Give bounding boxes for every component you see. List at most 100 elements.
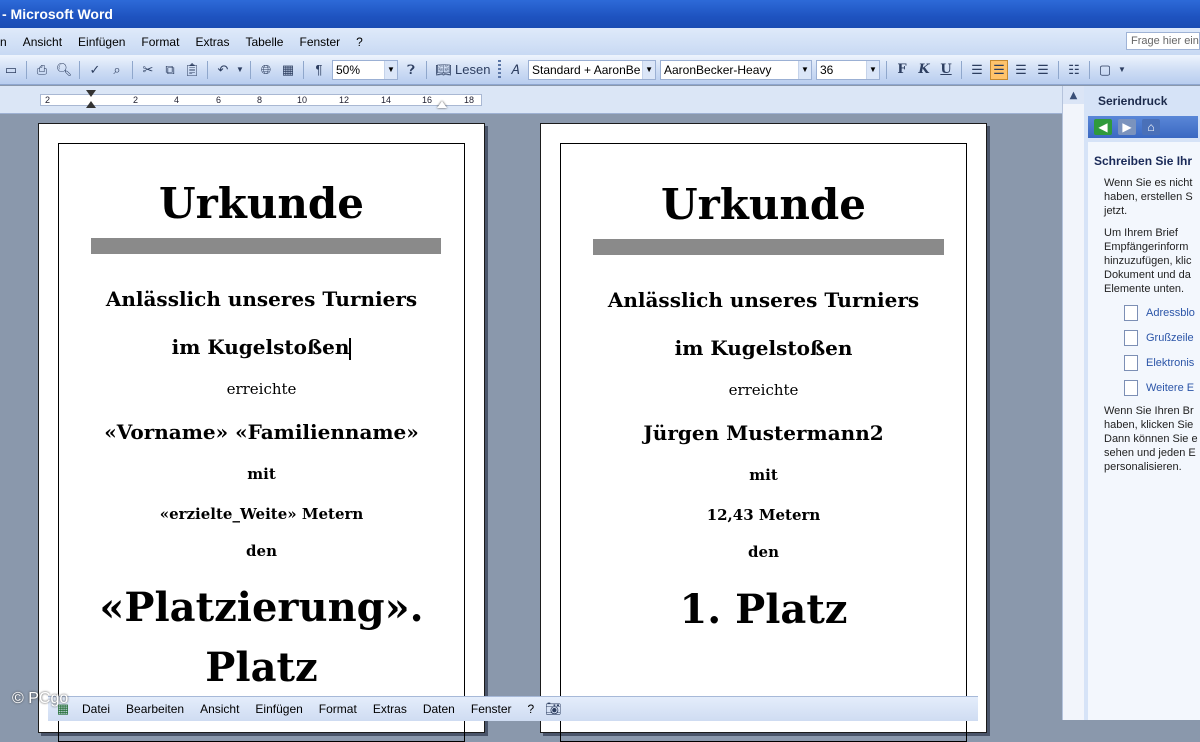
- with-line: mit: [247, 465, 276, 483]
- horizontal-ruler[interactable]: 2 2 4 6 8 10 12 14 16 18: [0, 86, 1062, 114]
- link-label: Weitere E: [1146, 382, 1195, 394]
- help-search-input[interactable]: Frage hier ein: [1126, 32, 1200, 50]
- font-size-value: 36: [820, 62, 834, 77]
- menu-insert[interactable]: Einfügen: [70, 35, 133, 49]
- name-merge-field: «Vorname» «Familienname»: [104, 420, 419, 444]
- task-pane-paragraph: Wenn Sie es nicht haben, erstellen S jet…: [1104, 176, 1200, 218]
- text-line: jetzt.: [1104, 205, 1128, 217]
- document-icon: [1124, 355, 1138, 371]
- achieved-line: erreichte: [728, 381, 799, 399]
- menu-window[interactable]: Fenster: [291, 35, 348, 49]
- electronic-postage-link[interactable]: Elektronis: [1124, 355, 1200, 371]
- task-pane-heading: Schreiben Sie Ihr: [1094, 154, 1193, 168]
- menu-help[interactable]: ?: [520, 702, 543, 716]
- menu-bar: n Ansicht Einfügen Format Extras Tabelle…: [0, 28, 1200, 55]
- chevron-down-icon[interactable]: ▼: [866, 60, 879, 79]
- menu-file[interactable]: Datei: [74, 702, 118, 716]
- placement-merge-field: «Platzierung».: [99, 584, 424, 631]
- borders-icon[interactable]: ▢: [1096, 60, 1114, 80]
- menu-edit[interactable]: Bearbeiten: [118, 702, 192, 716]
- borders-dropdown-icon[interactable]: ▼: [1118, 60, 1126, 80]
- more-items-link[interactable]: Weitere E: [1124, 380, 1200, 396]
- menu-view[interactable]: Ansicht: [192, 702, 247, 716]
- cut-icon[interactable]: ✂: [139, 60, 157, 80]
- toolbar-separator: [250, 60, 251, 79]
- watermark: © PCgo: [12, 690, 69, 707]
- research-icon[interactable]: ⌕: [108, 60, 126, 80]
- greeting-line-link[interactable]: Grußzeile: [1124, 330, 1200, 346]
- toolbar-grip[interactable]: [498, 59, 501, 80]
- menu-file-partial[interactable]: n: [0, 35, 15, 49]
- distance-merge-field: «erzielte_Weite» Metern: [159, 505, 364, 523]
- document-page-preview[interactable]: Urkunde Anlässlich unseres Turniers im K…: [540, 123, 987, 742]
- help-icon[interactable]: ❓︎: [402, 60, 420, 80]
- menu-view[interactable]: Ansicht: [15, 35, 70, 49]
- show-formatting-icon[interactable]: ¶: [310, 60, 328, 80]
- print-icon[interactable]: ⎙: [33, 60, 51, 80]
- justify-icon[interactable]: ☰: [1034, 60, 1052, 80]
- vertical-scrollbar[interactable]: ▲: [1062, 86, 1084, 720]
- copy-icon[interactable]: ⧉: [161, 60, 179, 80]
- align-left-icon[interactable]: ☰: [968, 60, 986, 80]
- paste-icon[interactable]: 📋︎: [183, 60, 201, 80]
- menu-format[interactable]: Format: [133, 35, 187, 49]
- menu-format[interactable]: Format: [311, 702, 365, 716]
- spelling-icon[interactable]: ✓: [86, 60, 104, 80]
- toolbar-separator: [207, 60, 208, 79]
- first-line-indent-marker[interactable]: [86, 90, 96, 97]
- print-preview-icon[interactable]: 🔍︎: [55, 60, 73, 80]
- align-right-icon[interactable]: ☰: [1012, 60, 1030, 80]
- home-icon[interactable]: ⌂: [1142, 119, 1160, 135]
- read-mode-button[interactable]: 📖︎ Lesen: [433, 60, 493, 80]
- table-icon[interactable]: ▦: [279, 60, 297, 80]
- font-select[interactable]: AaronBecker-Heavy ▼: [660, 59, 812, 80]
- hyperlink-icon[interactable]: 🌐︎: [257, 60, 275, 80]
- menu-help[interactable]: ?: [348, 35, 371, 49]
- style-select[interactable]: Standard + AaronBe ▼: [528, 59, 656, 80]
- achieved-line: erreichte: [226, 380, 297, 398]
- permission-icon[interactable]: ▭: [2, 60, 20, 80]
- toolbar-separator: [1058, 60, 1059, 79]
- menu-tools[interactable]: Extras: [187, 35, 237, 49]
- distance-value: 12,43 Metern: [706, 506, 821, 524]
- scroll-up-icon[interactable]: ▲: [1063, 86, 1084, 104]
- menu-window[interactable]: Fenster: [463, 702, 520, 716]
- ruler-label: 10: [297, 95, 308, 105]
- underline-button[interactable]: U: [937, 60, 955, 80]
- document-page-template[interactable]: Urkunde Anlässlich unseres Turniers im K…: [38, 123, 485, 742]
- toolbar-separator: [886, 60, 887, 79]
- chevron-down-icon[interactable]: ▼: [384, 60, 397, 79]
- ruler-label: 6: [216, 95, 222, 105]
- undo-dropdown-icon[interactable]: ▼: [236, 60, 244, 80]
- font-size-select[interactable]: 36 ▼: [816, 59, 880, 80]
- text-line: Wenn Sie Ihren Br: [1104, 405, 1194, 417]
- title-underline-bar: [91, 238, 441, 254]
- chevron-down-icon[interactable]: ▼: [798, 60, 811, 79]
- secondary-menu-bar: ▦ Datei Bearbeiten Ansicht Einfügen Form…: [48, 696, 978, 721]
- task-pane-title: Seriendruck: [1098, 94, 1168, 108]
- align-center-icon[interactable]: ☰: [990, 59, 1008, 80]
- hanging-indent-marker[interactable]: [86, 101, 96, 108]
- address-block-link[interactable]: Adressblo: [1124, 305, 1200, 321]
- forward-icon[interactable]: ▶: [1118, 119, 1136, 135]
- bullets-icon[interactable]: ☷: [1065, 60, 1083, 80]
- undo-icon[interactable]: ↶: [214, 60, 232, 80]
- the-line: den: [748, 543, 779, 561]
- back-icon[interactable]: ◀: [1094, 119, 1112, 135]
- chevron-down-icon[interactable]: ▼: [642, 60, 655, 79]
- toolbar-separator: [1089, 60, 1090, 79]
- menu-table[interactable]: Tabelle: [237, 35, 291, 49]
- menu-insert[interactable]: Einfügen: [247, 702, 310, 716]
- zoom-select[interactable]: 50% ▼: [332, 59, 398, 80]
- menu-data[interactable]: Daten: [415, 702, 463, 716]
- italic-button[interactable]: K: [915, 60, 933, 80]
- styles-pane-icon[interactable]: 𝐴: [506, 60, 524, 80]
- camera-icon[interactable]: 📷︎: [544, 699, 562, 719]
- toolbar-separator: [303, 60, 304, 79]
- bold-button[interactable]: F: [893, 60, 911, 80]
- the-line: den: [246, 542, 277, 560]
- menu-tools[interactable]: Extras: [365, 702, 415, 716]
- mail-merge-task-pane: Seriendruck ◀ ▶ ⌂ Schreiben Sie Ihr Wenn…: [1084, 86, 1200, 720]
- text-line: Empfängerinform: [1104, 241, 1189, 253]
- right-indent-marker[interactable]: [437, 101, 447, 108]
